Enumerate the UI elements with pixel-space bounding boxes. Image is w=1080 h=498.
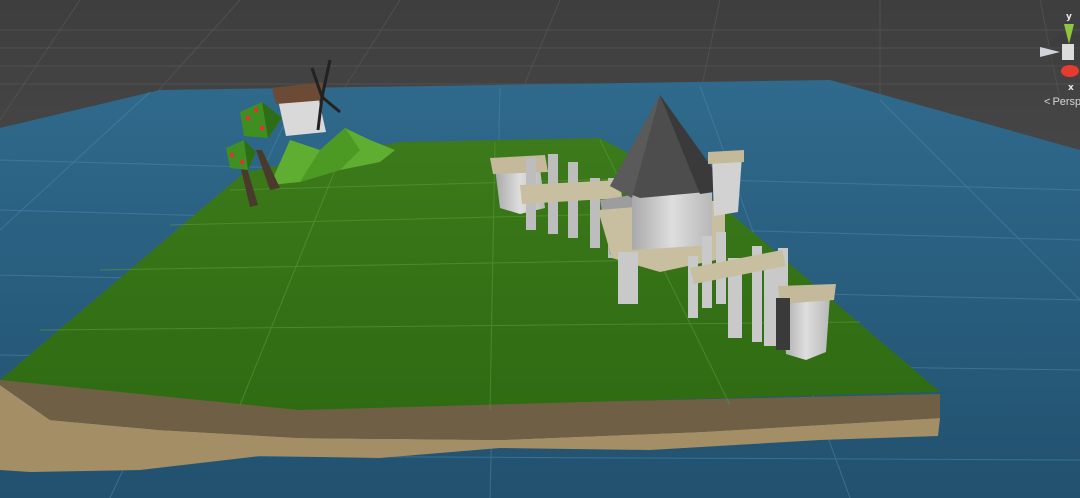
projection-toggle[interactable]: < Persp bbox=[1044, 96, 1080, 108]
scene-canvas[interactable]: y x bbox=[0, 0, 1080, 498]
gizmo-x-label: x bbox=[1068, 83, 1074, 93]
chevron-left-icon: < bbox=[1044, 96, 1051, 108]
projection-label-text: Persp bbox=[1052, 96, 1080, 108]
x-axis-cone[interactable] bbox=[1061, 65, 1079, 77]
scene-view[interactable]: y x < Persp bbox=[0, 0, 1080, 498]
gizmo-center-cube[interactable] bbox=[1062, 44, 1074, 60]
gizmo-y-label: y bbox=[1066, 12, 1072, 22]
